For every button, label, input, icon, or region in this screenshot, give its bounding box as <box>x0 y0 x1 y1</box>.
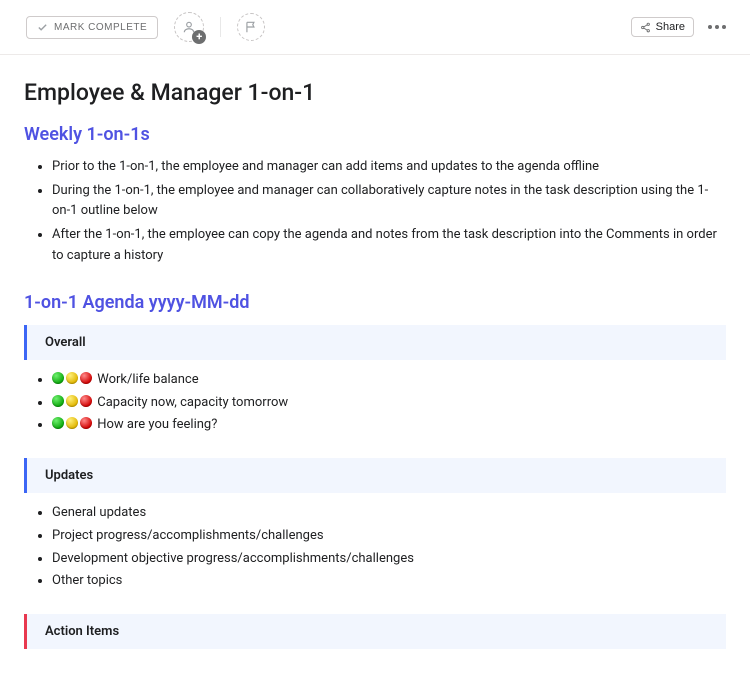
item-text: How are you feeling? <box>97 417 217 432</box>
list-item: After the 1-on-1, the employee can copy … <box>52 225 726 265</box>
status-dot-red <box>80 395 92 407</box>
action-items-label: Action Items <box>45 624 119 639</box>
flag-button[interactable] <box>237 13 265 41</box>
page-title: Employee & Manager 1-on-1 <box>24 79 726 106</box>
weekly-heading: Weekly 1-on-1s <box>24 124 726 145</box>
list-item: Other topics <box>52 571 726 592</box>
updates-heading-bar: Updates <box>24 458 726 493</box>
list-item: During the 1-on-1, the employee and mana… <box>52 181 726 221</box>
task-header: MARK COMPLETE + Share <box>0 0 750 55</box>
item-text: Work/life balance <box>97 372 198 387</box>
status-dot-green <box>52 395 64 407</box>
status-dot-green <box>52 372 64 384</box>
flag-icon <box>244 20 258 34</box>
share-button[interactable]: Share <box>631 17 694 37</box>
weekly-list: Prior to the 1-on-1, the employee and ma… <box>24 157 726 266</box>
overall-heading-bar: Overall <box>24 325 726 360</box>
list-item: Capacity now, capacity tomorrow <box>52 393 726 414</box>
status-dot-yellow <box>66 395 78 407</box>
status-dot-red <box>80 417 92 429</box>
list-item: Project progress/accomplishments/challen… <box>52 526 726 547</box>
check-icon <box>37 22 48 33</box>
task-body: Employee & Manager 1-on-1 Weekly 1-on-1s… <box>0 55 750 679</box>
status-dot-yellow <box>66 417 78 429</box>
assignee-add-button[interactable]: + <box>174 12 204 42</box>
list-item: Work/life balance <box>52 370 726 391</box>
mark-complete-label: MARK COMPLETE <box>54 22 147 33</box>
status-dot-red <box>80 372 92 384</box>
share-label: Share <box>656 21 685 33</box>
list-item: General updates <box>52 503 726 524</box>
mark-complete-button[interactable]: MARK COMPLETE <box>26 16 158 39</box>
share-icon <box>640 22 651 33</box>
overall-list: Work/life balance Capacity now, capacity… <box>24 370 726 436</box>
list-item: Development objective progress/accomplis… <box>52 549 726 570</box>
header-right-group: Share <box>631 17 730 37</box>
updates-list: General updates Project progress/accompl… <box>24 503 726 592</box>
agenda-heading: 1-on-1 Agenda yyyy-MM-dd <box>24 292 726 313</box>
status-dot-yellow <box>66 372 78 384</box>
more-options-button[interactable] <box>704 21 730 33</box>
list-item: Prior to the 1-on-1, the employee and ma… <box>52 157 726 177</box>
item-text: Capacity now, capacity tomorrow <box>97 395 288 410</box>
status-dot-green <box>52 417 64 429</box>
header-left-group: MARK COMPLETE + <box>26 12 265 42</box>
overall-label: Overall <box>45 335 86 350</box>
plus-icon: + <box>192 30 206 44</box>
action-items-heading-bar: Action Items <box>24 614 726 649</box>
list-item: How are you feeling? <box>52 415 726 436</box>
updates-label: Updates <box>45 468 93 483</box>
divider <box>220 17 221 37</box>
